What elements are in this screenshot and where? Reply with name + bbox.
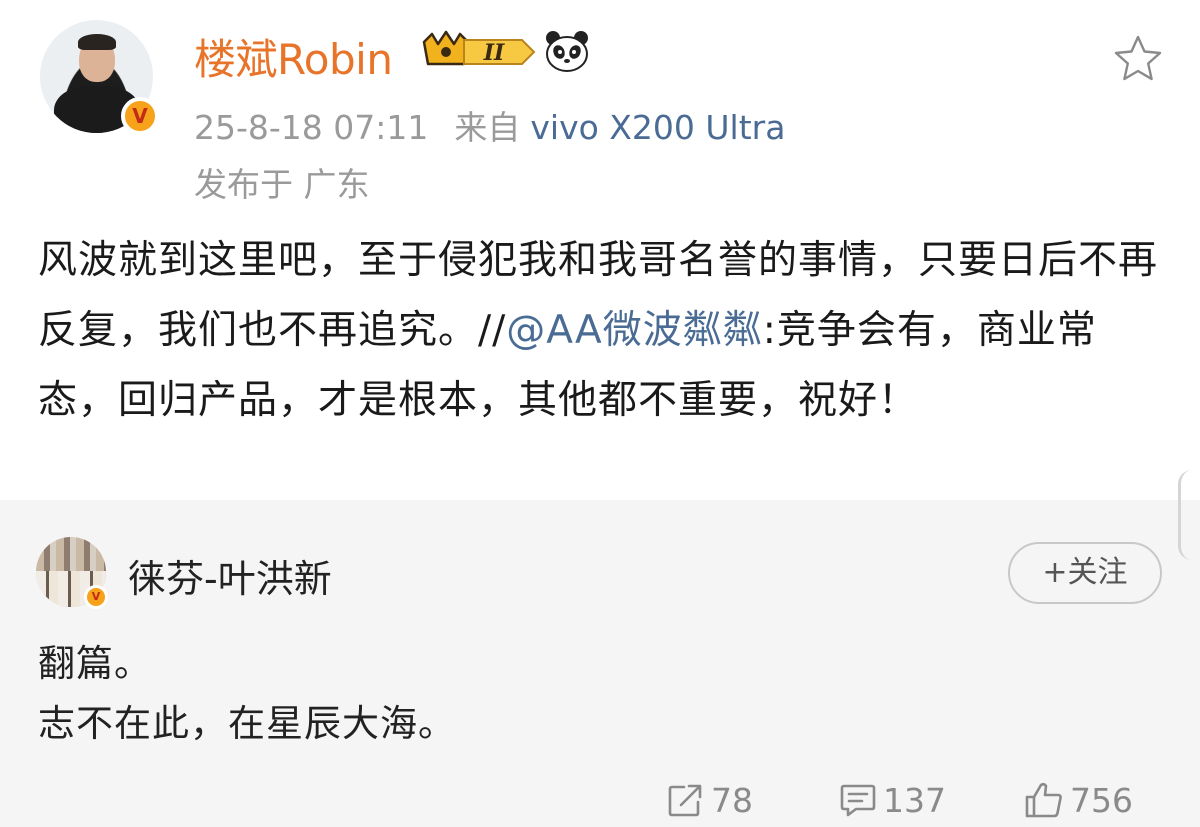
post-time: 25-8-18 07:11 bbox=[194, 108, 429, 147]
source-label: 来自 bbox=[454, 108, 521, 147]
device-link[interactable]: vivo X200 Ultra bbox=[530, 108, 785, 147]
verified-badge-icon: V bbox=[121, 97, 159, 135]
post-location: 发布于 广东 bbox=[194, 165, 370, 204]
mention-link[interactable]: @AA微波粼粼 bbox=[506, 308, 762, 353]
like-action[interactable]: 756 bbox=[1024, 776, 1133, 824]
post-body: 风波就到这里吧，至于侵犯我和我哥名誉的事情，只要日后不再反复，我们也不再追究。/… bbox=[38, 226, 1168, 436]
weibo-post-page: V 楼斌Robin II 25-8-18 07:11 来自 vivo X200 Ul… bbox=[0, 0, 1200, 827]
like-count: 756 bbox=[1070, 780, 1133, 820]
comment-icon bbox=[840, 784, 876, 817]
thumbs-up-icon bbox=[1025, 782, 1062, 818]
comment-action[interactable]: 137 bbox=[839, 776, 946, 824]
repost-action[interactable]: 78 bbox=[667, 776, 753, 824]
scrollbar-handle[interactable] bbox=[1178, 470, 1195, 560]
repost-author-name[interactable]: 徕芬-叶洪新 bbox=[128, 548, 332, 603]
star-outline-icon[interactable] bbox=[1113, 34, 1163, 82]
crown-badge-icon[interactable]: II bbox=[418, 30, 536, 74]
follow-button[interactable]: +关注 bbox=[1008, 542, 1162, 604]
share-icon bbox=[668, 784, 702, 817]
rank-badge-label: II bbox=[483, 40, 505, 66]
verified-badge-icon: V bbox=[84, 585, 108, 609]
repost-text: 翻篇。 志不在此，在星辰大海。 bbox=[38, 634, 456, 754]
comment-count: 137 bbox=[883, 780, 946, 820]
repost-line: 翻篇。 bbox=[38, 642, 152, 685]
repost-line: 志不在此，在星辰大海。 bbox=[38, 702, 456, 745]
author-name[interactable]: 楼斌Robin bbox=[194, 26, 393, 87]
repost-count: 78 bbox=[711, 780, 753, 820]
post-meta: 25-8-18 07:11 来自 vivo X200 Ultra bbox=[194, 101, 785, 149]
panda-icon bbox=[546, 31, 588, 72]
